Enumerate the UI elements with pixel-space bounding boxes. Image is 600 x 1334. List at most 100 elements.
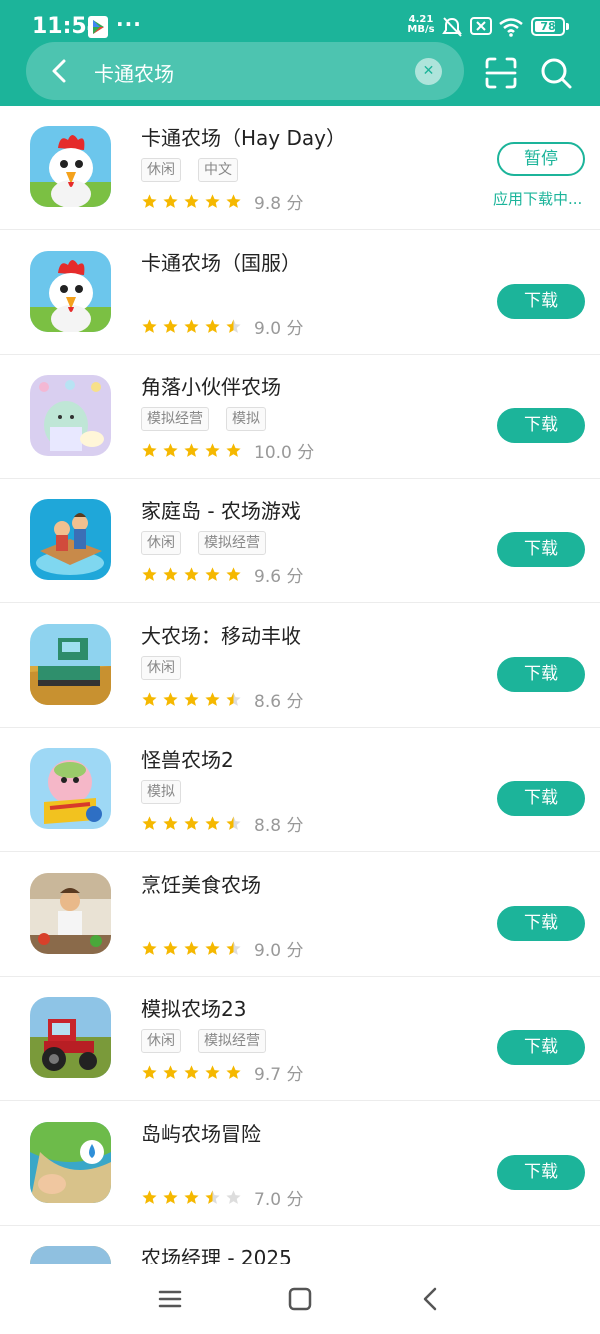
play-store-icon: [88, 16, 108, 38]
app-name[interactable]: 烹饪美食农场: [141, 869, 261, 898]
app-tag: 模拟经营: [198, 531, 266, 555]
app-name[interactable]: 家庭岛 - 农场游戏: [141, 495, 301, 524]
back-icon[interactable]: [416, 1284, 446, 1314]
family-island-icon: [30, 499, 111, 580]
more-notifications-icon: ···: [116, 12, 142, 36]
search-results-list[interactable]: 卡通农场（Hay Day） 休闲 中文 9.8 分 暂停 应用下载中... 卡通农…: [0, 106, 600, 1264]
app-rating: 9.8 分: [141, 190, 303, 214]
download-button[interactable]: 下载: [497, 906, 585, 941]
download-button[interactable]: 下载: [497, 284, 585, 319]
search-icon[interactable]: [539, 55, 573, 91]
list-item[interactable]: 模拟农场23 休闲 模拟经营 9.7 分 下载: [0, 977, 600, 1101]
pause-button[interactable]: 暂停: [497, 142, 585, 176]
back-arrow-icon[interactable]: [44, 55, 76, 87]
bell-muted-icon: [442, 17, 462, 37]
app-rating: 9.7 分: [141, 1061, 304, 1085]
list-item[interactable]: 怪兽农场2 模拟 8.8 分 下载: [0, 728, 600, 852]
star-icon: [226, 193, 241, 208]
star-icon: [226, 1064, 241, 1079]
star-icon: [205, 566, 220, 581]
star-icon: [184, 318, 199, 333]
app-name[interactable]: 岛屿农场冒险: [141, 1118, 261, 1147]
rating-score: 10.0 分: [254, 442, 315, 463]
star-icon: [205, 318, 220, 333]
star-icon: [142, 1064, 157, 1079]
app-tags: 模拟经营 模拟: [141, 407, 283, 431]
star-icon: [163, 1064, 178, 1079]
download-button[interactable]: 下载: [497, 408, 585, 443]
no-sim-icon: [470, 17, 492, 35]
rating-score: 9.0 分: [254, 318, 304, 339]
download-button[interactable]: 下载: [497, 781, 585, 816]
app-rating: 7.0 分: [141, 1186, 303, 1210]
app-name[interactable]: 农场经理 - 2025: [141, 1242, 292, 1264]
list-item[interactable]: 大农场：移动丰收 休闲 8.6 分 下载: [0, 604, 600, 728]
star-icon: [205, 1189, 220, 1204]
list-item[interactable]: 家庭岛 - 农场游戏 休闲 模拟经营 9.6 分 下载: [0, 479, 600, 603]
list-item[interactable]: 卡通农场（Hay Day） 休闲 中文 9.8 分 暂停 应用下载中...: [0, 106, 600, 230]
download-button[interactable]: 下载: [497, 657, 585, 692]
status-bar: 11:54 ··· 4.21 MB/s 78: [0, 0, 600, 44]
star-icon: [163, 940, 178, 955]
list-item[interactable]: 烹饪美食农场 9.0 分 下载: [0, 853, 600, 977]
star-icon: [226, 318, 241, 333]
app-name[interactable]: 卡通农场（Hay Day）: [141, 122, 346, 151]
app-tags: 休闲 中文: [141, 158, 255, 182]
star-icon: [205, 815, 220, 830]
app-tag: 模拟: [226, 407, 266, 431]
app-name[interactable]: 模拟农场23: [141, 993, 246, 1022]
clear-search-icon[interactable]: ✕: [415, 58, 442, 85]
app-name[interactable]: 怪兽农场2: [141, 744, 234, 773]
search-bar[interactable]: 卡通农场 ✕: [26, 42, 464, 100]
farm-manager-icon: [30, 1246, 111, 1264]
star-icon: [226, 1189, 241, 1204]
star-icon: [184, 691, 199, 706]
star-icon: [184, 815, 199, 830]
list-item[interactable]: 角落小伙伴农场 模拟经营 模拟 10.0 分 下载: [0, 355, 600, 479]
star-icon: [163, 815, 178, 830]
star-icon: [142, 1189, 157, 1204]
star-icon: [226, 940, 241, 955]
app-rating: 8.6 分: [141, 688, 303, 712]
rating-score: 9.7 分: [254, 1064, 304, 1085]
sumikko-icon: [30, 375, 111, 456]
app-name[interactable]: 角落小伙伴农场: [141, 371, 281, 400]
star-icon: [184, 940, 199, 955]
list-item[interactable]: 卡通农场（国服） 9.0 分 下载: [0, 231, 600, 355]
app-tag: 休闲: [141, 531, 181, 555]
wifi-icon: [499, 18, 523, 37]
download-button[interactable]: 下载: [497, 532, 585, 567]
menu-icon[interactable]: [155, 1284, 185, 1314]
battery-icon: 78: [531, 17, 565, 36]
download-button[interactable]: 下载: [497, 1030, 585, 1065]
cooking-chef-icon: [30, 873, 111, 954]
download-status: 应用下载中...: [493, 190, 583, 208]
tractor-icon: [30, 997, 111, 1078]
rating-score: 9.6 分: [254, 566, 304, 587]
download-button[interactable]: 下载: [497, 1155, 585, 1190]
app-tags: 休闲: [141, 656, 198, 680]
star-icon: [226, 815, 241, 830]
app-rating: 8.8 分: [141, 812, 303, 836]
app-name[interactable]: 大农场：移动丰收: [141, 620, 301, 649]
search-input[interactable]: 卡通农场: [94, 58, 174, 87]
star-icon: [205, 442, 220, 457]
star-icon: [142, 815, 157, 830]
harvester-icon: [30, 624, 111, 705]
top-app-bar: 11:54 ··· 4.21 MB/s 78 卡通农场 ✕: [0, 0, 600, 106]
star-icon: [226, 566, 241, 581]
app-rating: 9.0 分: [141, 315, 304, 339]
star-icon: [226, 691, 241, 706]
home-icon[interactable]: [285, 1284, 315, 1314]
app-tag: 中文: [198, 158, 238, 182]
app-name[interactable]: 卡通农场（国服）: [141, 247, 301, 276]
star-icon: [205, 940, 220, 955]
star-icon: [163, 318, 178, 333]
app-rating: 10.0 分: [141, 439, 315, 463]
star-icon: [142, 691, 157, 706]
list-item[interactable]: 岛屿农场冒险 7.0 分 下载: [0, 1102, 600, 1226]
list-item[interactable]: 农场经理 - 2025: [0, 1226, 600, 1264]
scan-icon[interactable]: [484, 56, 518, 90]
app-tag: 休闲: [141, 656, 181, 680]
island-adventure-icon: [30, 1122, 111, 1203]
